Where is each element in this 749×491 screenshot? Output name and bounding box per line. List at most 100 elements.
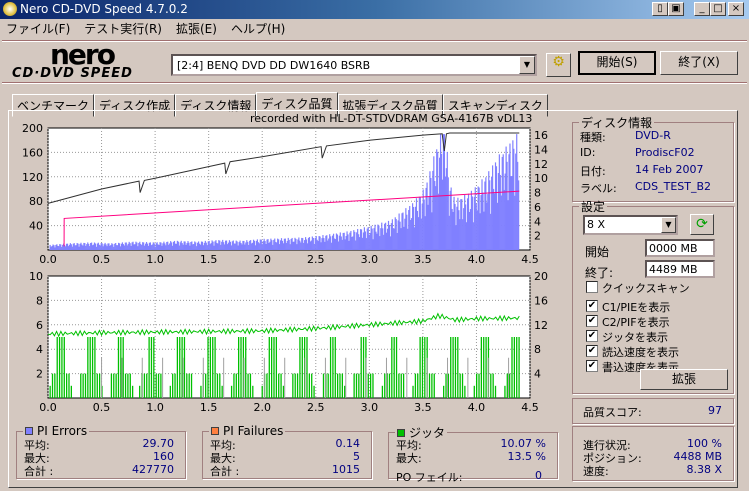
start-label: 開始 bbox=[585, 245, 610, 259]
y-tick-label: 8 bbox=[36, 294, 43, 307]
checkbox[interactable] bbox=[586, 281, 598, 293]
start-input[interactable]: 0000 MB bbox=[645, 239, 715, 257]
exit-button[interactable]: 終了(X) bbox=[660, 51, 738, 75]
checkbox-label: C2/PIFを表示 bbox=[602, 316, 670, 329]
x-tick-label: 2.5 bbox=[307, 253, 325, 266]
x-tick-label: 1.0 bbox=[146, 401, 164, 414]
disc-info-key: ラベル: bbox=[580, 182, 617, 195]
checkbox-label: 読込速度を表示 bbox=[602, 346, 679, 359]
group-title: PI Errors bbox=[23, 424, 89, 438]
y2-tick-label: 8 bbox=[534, 343, 541, 356]
menu-extensions[interactable]: 拡張(E) bbox=[176, 20, 217, 37]
checkbox[interactable]: ✔ bbox=[586, 360, 598, 372]
quality-score-label: 品質スコア: bbox=[583, 406, 642, 419]
progress-spd-label: 速度: bbox=[583, 465, 609, 478]
y2-tick-label: 12 bbox=[534, 319, 548, 332]
group-title: PI Failures bbox=[209, 424, 285, 438]
cd-dvd-speed-logo: CD·DVD SPEED bbox=[12, 66, 133, 81]
menu-help[interactable]: ヘルプ(H) bbox=[231, 20, 285, 37]
x-tick-label: 1.5 bbox=[200, 253, 218, 266]
speed-value: 8 X bbox=[587, 218, 606, 231]
jit-max-value: 13.5 % bbox=[507, 450, 546, 463]
end-value: 4489 MB bbox=[649, 263, 698, 276]
legend-swatch-icon bbox=[25, 427, 33, 435]
x-tick-label: 4.5 bbox=[521, 253, 539, 266]
y2-tick-label: 8 bbox=[534, 187, 541, 200]
divider bbox=[2, 82, 747, 84]
save-icon[interactable]: ▣ bbox=[668, 2, 684, 16]
maximize-button[interactable]: □ bbox=[710, 2, 726, 16]
disc-info-value: 14 Feb 2007 bbox=[635, 163, 704, 176]
drive-value: [2:4] BENQ DVD DD DW1640 BSRB bbox=[177, 59, 371, 72]
y2-tick-label: 16 bbox=[534, 294, 548, 307]
disc-info-key: 日付: bbox=[580, 165, 606, 178]
menu-run-test[interactable]: テスト実行(R) bbox=[84, 20, 162, 37]
y2-tick-label: 10 bbox=[534, 172, 548, 185]
quality-score-value: 97 bbox=[708, 404, 722, 417]
y2-tick-label: 16 bbox=[534, 129, 548, 142]
refresh-drive-button[interactable]: ⚙ bbox=[546, 53, 571, 77]
group-title: 設定 bbox=[581, 200, 606, 214]
y-tick-label: 10 bbox=[29, 270, 43, 283]
x-tick-label: 2.5 bbox=[307, 401, 325, 414]
y-tick-label: 2 bbox=[36, 368, 43, 381]
x-tick-label: 0.0 bbox=[39, 401, 57, 414]
jit-max-label: 最大: bbox=[396, 452, 422, 465]
title-bar: Nero CD-DVD Speed 4.7.0.2 bbox=[0, 0, 749, 19]
copy-icon[interactable]: ▯ bbox=[652, 2, 668, 16]
pie-tot-value: 427770 bbox=[132, 463, 174, 476]
charts: 0.0 0.5 1.0 1.5 2.0 2.5 3.0 3.5 4.0 4.5 200 160 120 8… bbox=[22, 122, 548, 414]
y2-tick-label: 4 bbox=[534, 215, 541, 228]
checkbox[interactable]: ✔ bbox=[586, 300, 598, 312]
pif-max-value: 5 bbox=[353, 450, 360, 463]
po-failure-label: PO フェイル: bbox=[396, 471, 463, 484]
jit-avg-value: 10.07 % bbox=[500, 437, 546, 450]
x-tick-label: 3.5 bbox=[414, 253, 432, 266]
y-tick-label: 120 bbox=[22, 171, 43, 184]
x-tick-label: 0.0 bbox=[39, 253, 57, 266]
checkbox[interactable]: ✔ bbox=[586, 330, 598, 342]
y-tick-label: 80 bbox=[29, 195, 43, 208]
pie-tot-label: 合計 : bbox=[24, 465, 54, 478]
end-input[interactable]: 4489 MB bbox=[645, 260, 715, 278]
close-button[interactable]: × bbox=[728, 2, 744, 16]
chevron-down-icon[interactable]: ▼ bbox=[519, 56, 535, 74]
end-label: 終了: bbox=[585, 266, 614, 280]
disc-info-value: ProdiscF02 bbox=[635, 146, 695, 159]
start-button[interactable]: 開始(S) bbox=[578, 51, 656, 75]
y2-tick-label: 14 bbox=[534, 144, 548, 157]
menu-bar: ファイル(F) テスト実行(R) 拡張(E) ヘルプ(H) bbox=[6, 20, 285, 37]
legend-swatch-icon bbox=[397, 429, 405, 437]
legend-swatch-icon bbox=[211, 427, 219, 435]
extended-button[interactable]: 拡張 bbox=[640, 369, 728, 390]
y2-tick-label: 6 bbox=[534, 201, 541, 214]
start-value: 0000 MB bbox=[649, 242, 698, 255]
po-failure-value: 0 bbox=[535, 469, 542, 482]
menu-file[interactable]: ファイル(F) bbox=[6, 20, 70, 37]
disc-info-value: DVD-R bbox=[635, 129, 671, 142]
y2-tick-label: 20 bbox=[534, 270, 548, 283]
y2-tick-label: 12 bbox=[534, 158, 548, 171]
minimize-button[interactable]: _ bbox=[694, 2, 710, 16]
x-tick-label: 4.0 bbox=[468, 253, 486, 266]
checkbox[interactable]: ✔ bbox=[586, 315, 598, 327]
checkbox[interactable]: ✔ bbox=[586, 345, 598, 357]
x-tick-label: 1.0 bbox=[146, 253, 164, 266]
window-title: Nero CD-DVD Speed 4.7.0.2 bbox=[20, 2, 188, 16]
checkbox-label: クイックスキャン bbox=[602, 282, 690, 295]
x-tick-label: 3.0 bbox=[361, 253, 379, 266]
y2-tick-label: 2 bbox=[534, 230, 541, 243]
pif-tot-label: 合計 : bbox=[210, 465, 240, 478]
x-tick-label: 2.0 bbox=[253, 253, 271, 266]
pif-avg-value: 0.14 bbox=[335, 437, 361, 450]
x-tick-label: 4.0 bbox=[468, 401, 486, 414]
drive-select[interactable]: [2:4] BENQ DVD DD DW1640 BSRB bbox=[171, 54, 537, 76]
chevron-down-icon[interactable]: ▼ bbox=[661, 217, 676, 233]
checkbox-label: C1/PIEを表示 bbox=[602, 301, 671, 314]
x-tick-label: 0.5 bbox=[93, 401, 111, 414]
disc-info-value: CDS_TEST_B2 bbox=[635, 180, 712, 193]
refresh-icon[interactable]: ⟳ bbox=[690, 214, 714, 235]
pie-max-value: 160 bbox=[153, 450, 174, 463]
x-tick-label: 1.5 bbox=[200, 401, 218, 414]
y-tick-label: 6 bbox=[36, 319, 43, 332]
